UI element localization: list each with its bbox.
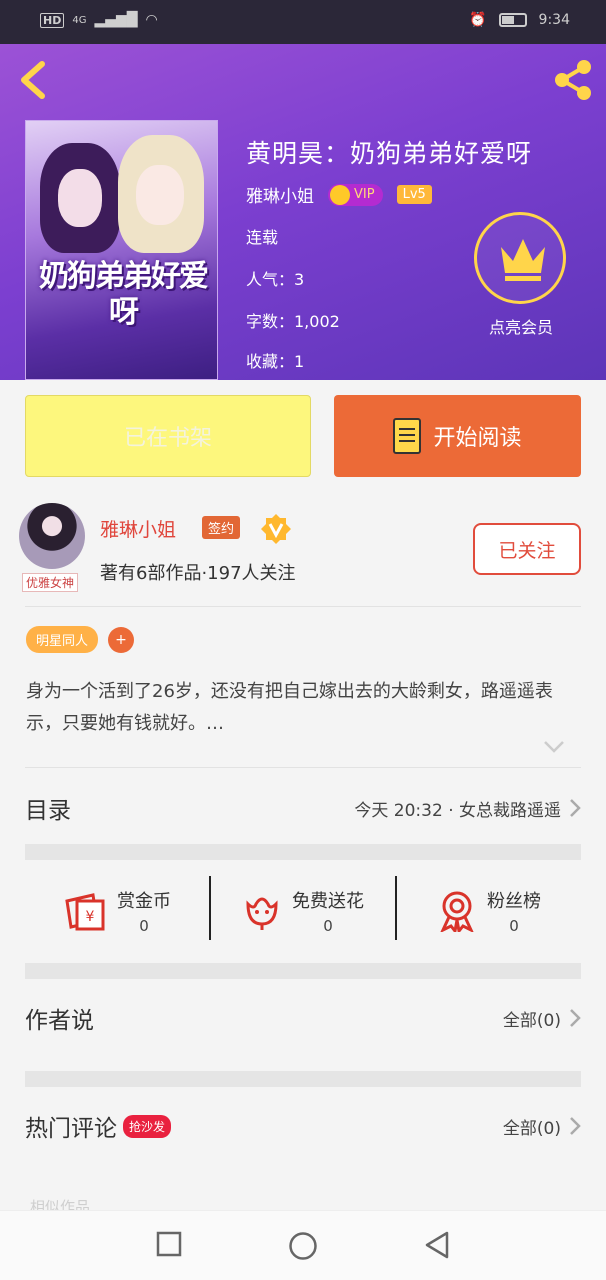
fan-ranking-button[interactable]: 粉丝榜 0 [397, 876, 581, 946]
signal-icon: ▂▄▆█ [94, 12, 138, 28]
status-time: 9:34 [538, 12, 570, 28]
vip-crown-icon [330, 184, 350, 205]
stat-label: 赏金币 [117, 891, 171, 912]
network-indicator: 4G [72, 14, 87, 26]
book-cover[interactable]: 奶狗弟弟好爱呀 [25, 120, 218, 380]
hot-comments-row[interactable]: 热门评论 抢沙发 全部(0) [25, 1106, 581, 1146]
back-nav-button[interactable] [424, 1231, 450, 1259]
wifi-icon: ◠ [145, 12, 158, 28]
back-arrow-icon [21, 61, 45, 99]
author-says-all: 全部(0) [502, 1010, 561, 1031]
book-header: 奶狗弟弟好爱呀 黄明昊：奶狗弟弟好爱呀 雅琳小姐 VIP Lv5 连载 人气：3… [0, 44, 606, 380]
in-shelf-label: 已在书架 [123, 426, 212, 451]
catalog-title: 目录 [25, 798, 71, 824]
signed-badge: 签约 [202, 516, 241, 539]
author-says-title: 作者说 [25, 1008, 94, 1034]
cover-title: 奶狗弟弟好爱呀 [39, 259, 209, 330]
verified-icon [261, 514, 291, 544]
share-icon [555, 60, 591, 100]
author-avatar[interactable] [19, 503, 85, 569]
home-button[interactable] [288, 1231, 318, 1261]
stat-label: 免费送花 [292, 891, 364, 912]
stat-value: 0 [509, 917, 519, 935]
system-nav-bar [0, 1210, 606, 1280]
member-label: 点亮会员 [488, 318, 553, 337]
start-reading-label: 开始阅读 [433, 426, 522, 451]
start-reading-button[interactable]: 开始阅读 [334, 395, 581, 477]
author-row: 雅琳小姐 VIP Lv5 [246, 182, 432, 207]
status-bar: HD 4G ▂▄▆█ ◠ ⏰ 9:34 [0, 0, 606, 44]
section-separator [25, 963, 581, 979]
book-word-count: 字数：1,002 [246, 312, 340, 331]
stat-value: 0 [323, 917, 333, 935]
author-says-row[interactable]: 作者说 全部(0) [25, 998, 581, 1038]
battery-icon [498, 13, 527, 27]
alarm-icon: ⏰ [469, 12, 487, 28]
chevron-right-icon [570, 1009, 581, 1027]
cover-figure-left [40, 143, 120, 253]
followed-button[interactable]: 已关注 [473, 523, 581, 575]
tag-item[interactable]: 明星同人 [26, 626, 99, 653]
hd-indicator: HD [40, 12, 65, 28]
level-badge: Lv5 [396, 185, 432, 204]
back-button[interactable] [14, 60, 50, 100]
recent-apps-button[interactable] [156, 1231, 182, 1257]
chevron-right-icon [570, 1117, 581, 1135]
red-envelope-icon: ¥ [65, 893, 105, 931]
medal-icon [440, 891, 474, 932]
book-favorites: 收藏：1 [246, 352, 305, 371]
book-summary: 身为一个活到了26岁，还没有把自己嫁出去的大龄剩女，路遥遥表示，只要她有钱就好。… [26, 681, 553, 734]
send-flower-button[interactable]: 免费送花 0 [211, 876, 395, 946]
hot-comments-all: 全部(0) [502, 1118, 561, 1139]
cover-figure-right [118, 135, 204, 253]
vip-badge: VIP [328, 183, 383, 206]
share-button[interactable] [550, 58, 596, 102]
book-icon [393, 418, 422, 454]
svg-text:¥: ¥ [86, 909, 95, 925]
crown-icon [501, 239, 545, 281]
followed-label: 已关注 [498, 539, 556, 562]
stat-value: 0 [139, 917, 149, 935]
add-tag-button[interactable]: + [108, 626, 135, 653]
vip-label: VIP [354, 187, 375, 202]
divider [25, 767, 581, 768]
tag-group: 明星同人 + [26, 626, 135, 653]
book-title: 黄明昊：奶狗弟弟好爱呀 [246, 139, 533, 168]
author-card: 优雅女神 雅琳小姐 签约 著有6部作品·197人关注 已关注 [0, 495, 606, 605]
latest-chapter: 今天 20:32 · 女总裁路遥遥 [354, 800, 561, 821]
in-shelf-button[interactable]: 已在书架 [25, 395, 311, 477]
member-button[interactable] [474, 212, 566, 304]
section-separator [25, 1071, 581, 1087]
section-separator [25, 844, 581, 860]
author-stats: 著有6部作品·197人关注 [100, 563, 296, 584]
chevron-down-icon[interactable] [543, 740, 565, 754]
grab-sofa-badge: 抢沙发 [123, 1114, 172, 1138]
catalog-row[interactable]: 目录 今天 20:32 · 女总裁路遥遥 [25, 788, 581, 828]
flower-icon [246, 897, 278, 930]
interaction-bar: ¥ 赏金币 0 免费送花 0 粉丝榜 0 [25, 876, 581, 946]
author-card-name[interactable]: 雅琳小姐 [100, 515, 176, 542]
stat-label: 粉丝榜 [487, 891, 541, 912]
chevron-right-icon [570, 799, 581, 817]
avatar-tag: 优雅女神 [22, 573, 79, 592]
book-status: 连载 [246, 228, 279, 247]
divider [25, 606, 581, 607]
hot-comments-title: 热门评论 [25, 1116, 117, 1142]
book-popularity: 人气：3 [246, 270, 305, 289]
reward-coins-button[interactable]: ¥ 赏金币 0 [25, 876, 209, 946]
author-name[interactable]: 雅琳小姐 [246, 182, 314, 207]
